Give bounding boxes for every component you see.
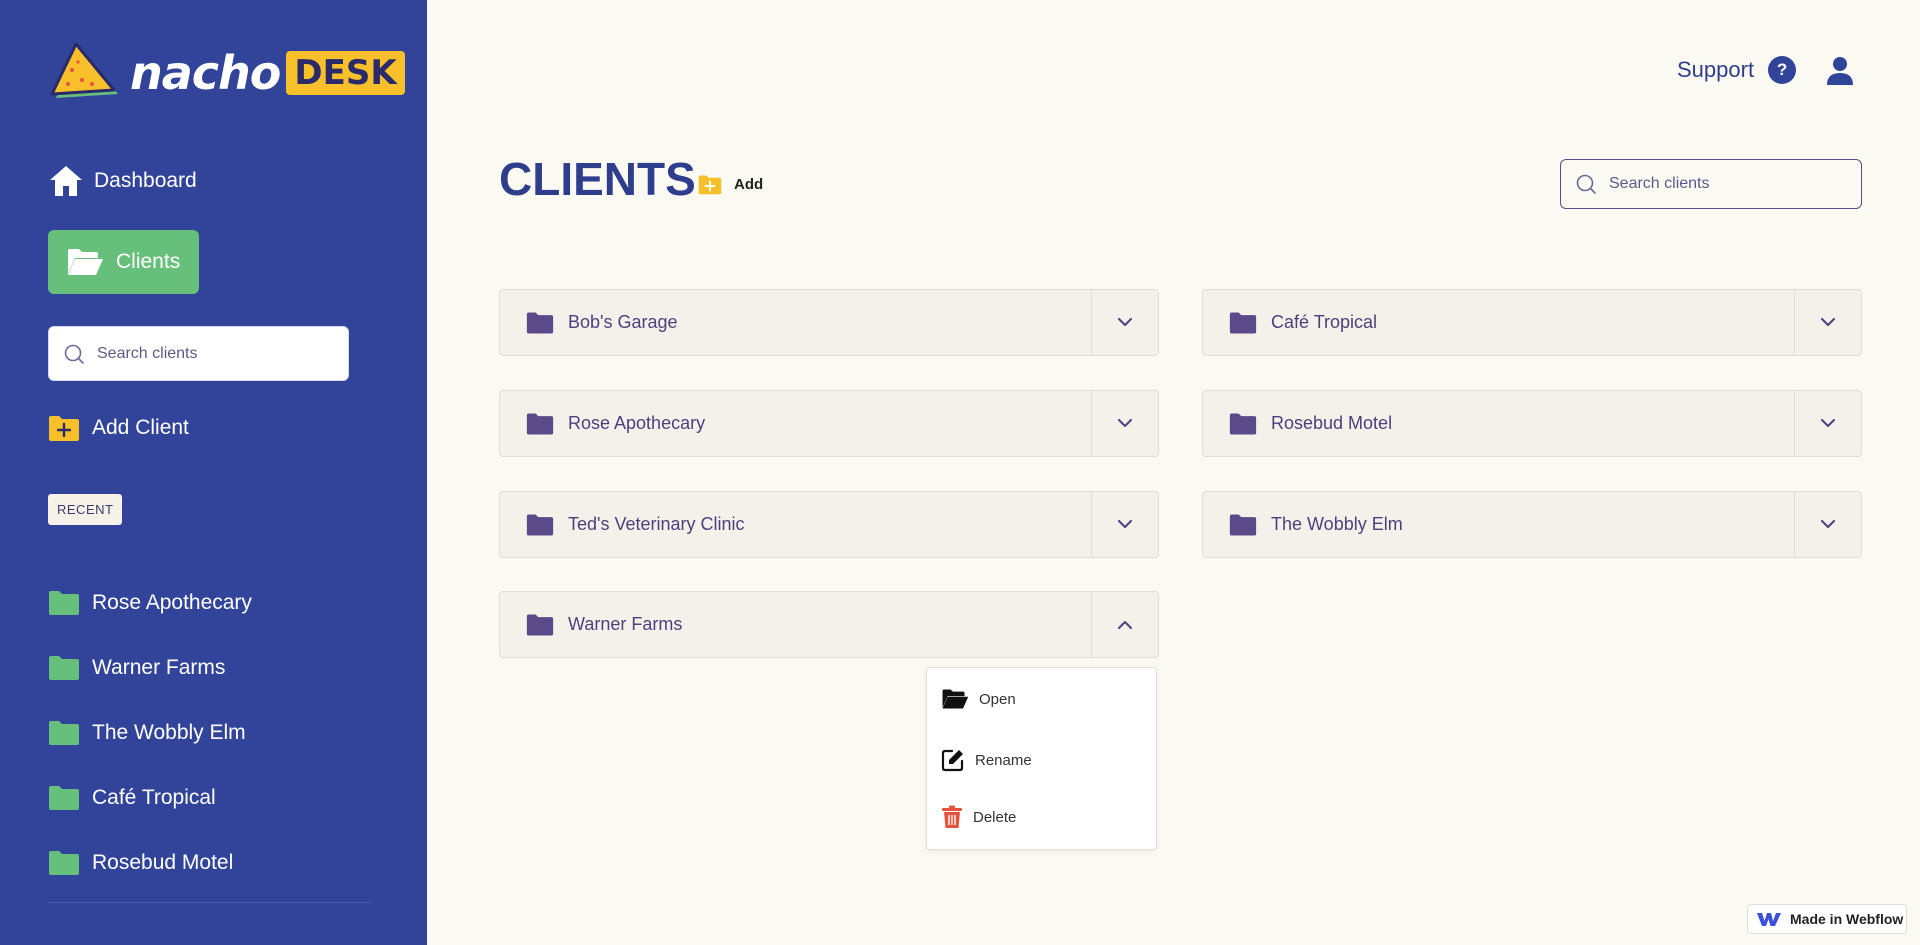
recent-list: Rose Apothecary Warner Farms The Wobbly … [48,570,252,895]
recent-item-label: Rose Apothecary [92,590,252,614]
add-client-label: Add Client [92,416,189,439]
client-name: Bob's Garage [568,312,678,332]
page-title: CLIENTS [499,153,696,205]
client-expand-toggle[interactable] [1091,492,1158,557]
client-name: The Wobbly Elm [1271,514,1403,534]
client-card[interactable]: Warner Farms [499,591,1159,658]
nacho-chip-icon [50,42,118,98]
add-client-header-button[interactable]: Add [698,174,763,195]
folder-icon [1229,413,1257,434]
support-label: Support [1677,57,1755,82]
folder-icon [1229,312,1257,333]
chevron-down-icon [1118,520,1132,528]
recent-item-warner-farms[interactable]: Warner Farms [48,635,252,700]
client-collapse-toggle[interactable] [1091,592,1158,657]
client-expand-toggle[interactable] [1794,492,1861,557]
recent-heading: RECENT [48,494,123,525]
webflow-logo-icon [1757,913,1781,926]
folder-open-icon [942,689,969,709]
folder-icon [526,312,554,333]
app-logo[interactable]: nacho DESK [48,40,405,106]
client-card[interactable]: The Wobbly Elm [1202,491,1862,558]
chevron-down-icon [1821,419,1835,427]
sidebar: nacho DESK Dashboard Clients Add Client … [0,0,427,945]
chevron-down-icon [1118,419,1132,427]
client-card[interactable]: Rose Apothecary [499,390,1159,457]
recent-item-rose-apothecary[interactable]: Rose Apothecary [48,570,252,635]
client-expand-toggle[interactable] [1091,391,1158,456]
client-card[interactable]: Ted's Veterinary Clinic [499,491,1159,558]
folder-icon [49,655,79,680]
client-expand-toggle[interactable] [1794,391,1861,456]
user-account-button[interactable] [1826,56,1854,91]
folder-add-icon [49,416,79,441]
folder-icon [526,413,554,434]
client-name: Café Tropical [1271,312,1378,332]
folder-add-icon [698,175,722,195]
nav-dashboard[interactable]: Dashboard [48,164,197,198]
folder-icon [526,514,554,535]
chevron-down-icon [1821,520,1835,528]
recent-item-label: Rosebud Motel [92,850,234,874]
folder-icon [526,614,554,635]
recent-item-label: Café Tropical [92,785,216,809]
help-icon: ? [1768,56,1797,84]
nav-clients[interactable]: Clients [48,230,199,294]
logo-wordmark: nacho [130,46,281,100]
folder-icon [49,785,79,810]
recent-item-the-wobbly-elm[interactable]: The Wobbly Elm [48,700,252,765]
trash-icon [942,805,962,828]
sidebar-divider [48,902,371,903]
user-icon [1827,57,1853,85]
menu-delete-label: Delete [973,808,1017,826]
home-icon [50,166,82,196]
sidebar-search-input[interactable] [97,344,317,363]
menu-open[interactable]: Open [941,688,1016,710]
folder-icon [49,720,79,745]
client-actions-menu: Open Rename Delete [926,667,1157,850]
recent-item-rosebud-motel[interactable]: Rosebud Motel [48,830,252,895]
folder-icon [49,590,79,615]
chevron-down-icon [1821,318,1835,326]
client-name: Rosebud Motel [1271,413,1393,433]
recent-item-cafe-tropical[interactable]: Café Tropical [48,765,252,830]
chevron-down-icon [1118,318,1132,326]
recent-item-label: The Wobbly Elm [92,720,246,744]
client-name: Warner Farms [568,614,683,634]
webflow-badge[interactable]: Made in Webflow [1747,904,1907,934]
client-name: Ted's Veterinary Clinic [568,514,745,534]
client-card[interactable]: Bob's Garage [499,289,1159,356]
folder-icon [49,850,79,875]
client-card[interactable]: Rosebud Motel [1202,390,1862,457]
search-icon [64,344,84,364]
menu-open-label: Open [979,690,1016,708]
clients-search-input[interactable] [1609,175,1829,193]
client-name: Rose Apothecary [568,413,706,433]
menu-rename-label: Rename [975,751,1032,769]
nav-dashboard-label: Dashboard [94,169,197,192]
client-expand-toggle[interactable] [1794,290,1861,355]
add-label: Add [734,176,764,193]
client-card[interactable]: Café Tropical [1202,289,1862,356]
support-link[interactable]: Support ? [1677,56,1797,84]
menu-rename[interactable]: Rename [941,748,1032,772]
webflow-badge-label: Made in Webflow [1790,911,1904,927]
menu-delete[interactable]: Delete [941,805,1016,829]
folder-icon [1229,514,1257,535]
clients-search[interactable] [1560,159,1862,209]
add-client-button[interactable]: Add Client [48,414,189,442]
sidebar-search[interactable] [48,326,349,381]
recent-item-label: Warner Farms [92,655,226,679]
edit-icon [941,749,964,772]
nav-clients-label: Clients [116,250,181,273]
logo-badge: DESK [286,51,405,95]
folder-open-icon [68,249,103,275]
search-icon [1576,174,1596,194]
client-expand-toggle[interactable] [1091,290,1158,355]
chevron-up-icon [1118,621,1132,629]
